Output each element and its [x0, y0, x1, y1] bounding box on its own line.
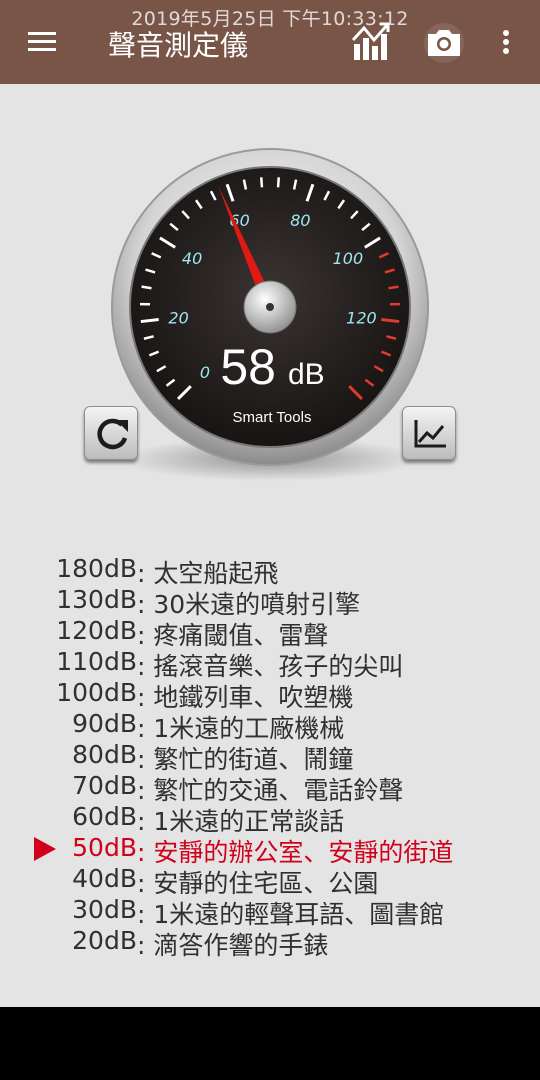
reference-level: 120dB — [56, 616, 137, 645]
app-toolbar: 2019年5月25日 下午10:33:12 聲音測定儀 — [0, 0, 540, 84]
reading-unit: dB — [288, 358, 325, 391]
gauge-tick — [388, 285, 399, 290]
camera-icon[interactable] — [422, 20, 466, 64]
reference-level: 100dB — [56, 678, 137, 707]
graph-button[interactable] — [402, 406, 456, 460]
reference-level: 90dB — [72, 709, 137, 738]
gauge-scale-label: 40 — [182, 249, 202, 268]
reference-row: 80dB : 繁忙的街道、鬧鐘 — [0, 740, 540, 774]
reference-row: 90dB : 1米遠的工廠機械 — [0, 709, 540, 743]
gauge-scale-label: 100 — [333, 249, 364, 268]
reference-level: 30dB — [72, 895, 137, 924]
gauge-tick — [140, 318, 159, 324]
more-vert-icon[interactable] — [494, 20, 518, 64]
reference-level: 50dB — [72, 833, 137, 862]
gauge-tick — [260, 177, 264, 188]
reference-level: 80dB — [72, 740, 137, 769]
brand-label: Smart Tools — [233, 409, 312, 426]
gauge-tick — [276, 177, 280, 188]
reference-row: 60dB : 1米遠的正常談話 — [0, 802, 540, 836]
reference-level: 130dB — [56, 585, 137, 614]
gauge-tick — [381, 318, 400, 324]
reading-value: 58 — [220, 339, 276, 395]
sound-gauge: 0 20 40 60 80 100 120 58 dB Smart Tools — [0, 144, 540, 564]
reference-level: 110dB — [56, 647, 137, 676]
navigation-bar — [0, 1007, 540, 1080]
reference-row-active: 50dB : 安靜的辦公室、安靜的街道 — [0, 833, 540, 867]
gauge-scale-label: 20 — [168, 308, 188, 327]
reference-row: 130dB : 30米遠的噴射引擎 — [0, 585, 540, 619]
reference-level: 60dB — [72, 802, 137, 831]
reference-row: 70dB : 繁忙的交通、電話鈴聲 — [0, 771, 540, 805]
reference-row: 110dB : 搖滾音樂、孩子的尖叫 — [0, 647, 540, 681]
reference-row: 20dB : 滴答作響的手錶 — [0, 926, 540, 960]
reset-button[interactable] — [84, 406, 138, 460]
app-title: 聲音測定儀 — [108, 29, 249, 62]
reference-level: 70dB — [72, 771, 137, 800]
gauge-scale-label: 0 — [200, 363, 210, 382]
reference-description: : 滴答作響的手錶 — [137, 931, 329, 960]
chart-icon[interactable] — [350, 20, 394, 64]
reference-row: 30dB : 1米遠的輕聲耳語、圖書館 — [0, 895, 540, 929]
reference-level: 20dB — [72, 926, 137, 955]
reference-level: 180dB — [56, 554, 137, 583]
reference-row: 120dB : 疼痛閾值、雷聲 — [0, 616, 540, 650]
reference-row: 100dB : 地鐵列車、吹塑機 — [0, 678, 540, 712]
gauge-scale-label: 120 — [346, 308, 377, 327]
gauge-scale-label: 80 — [290, 211, 310, 230]
refresh-icon — [97, 418, 128, 450]
reference-row: 180dB : 太空船起飛 — [0, 554, 540, 588]
reference-level: 40dB — [72, 864, 137, 893]
menu-icon[interactable] — [24, 28, 60, 56]
gauge-tick — [141, 285, 152, 290]
reference-row: 40dB : 安靜的住宅區、公園 — [0, 864, 540, 898]
current-level-arrow-icon — [34, 837, 56, 861]
line-chart-icon — [414, 420, 446, 448]
main-content: 0 20 40 60 80 100 120 58 dB Smart Tools 180dB … — [0, 84, 540, 1007]
